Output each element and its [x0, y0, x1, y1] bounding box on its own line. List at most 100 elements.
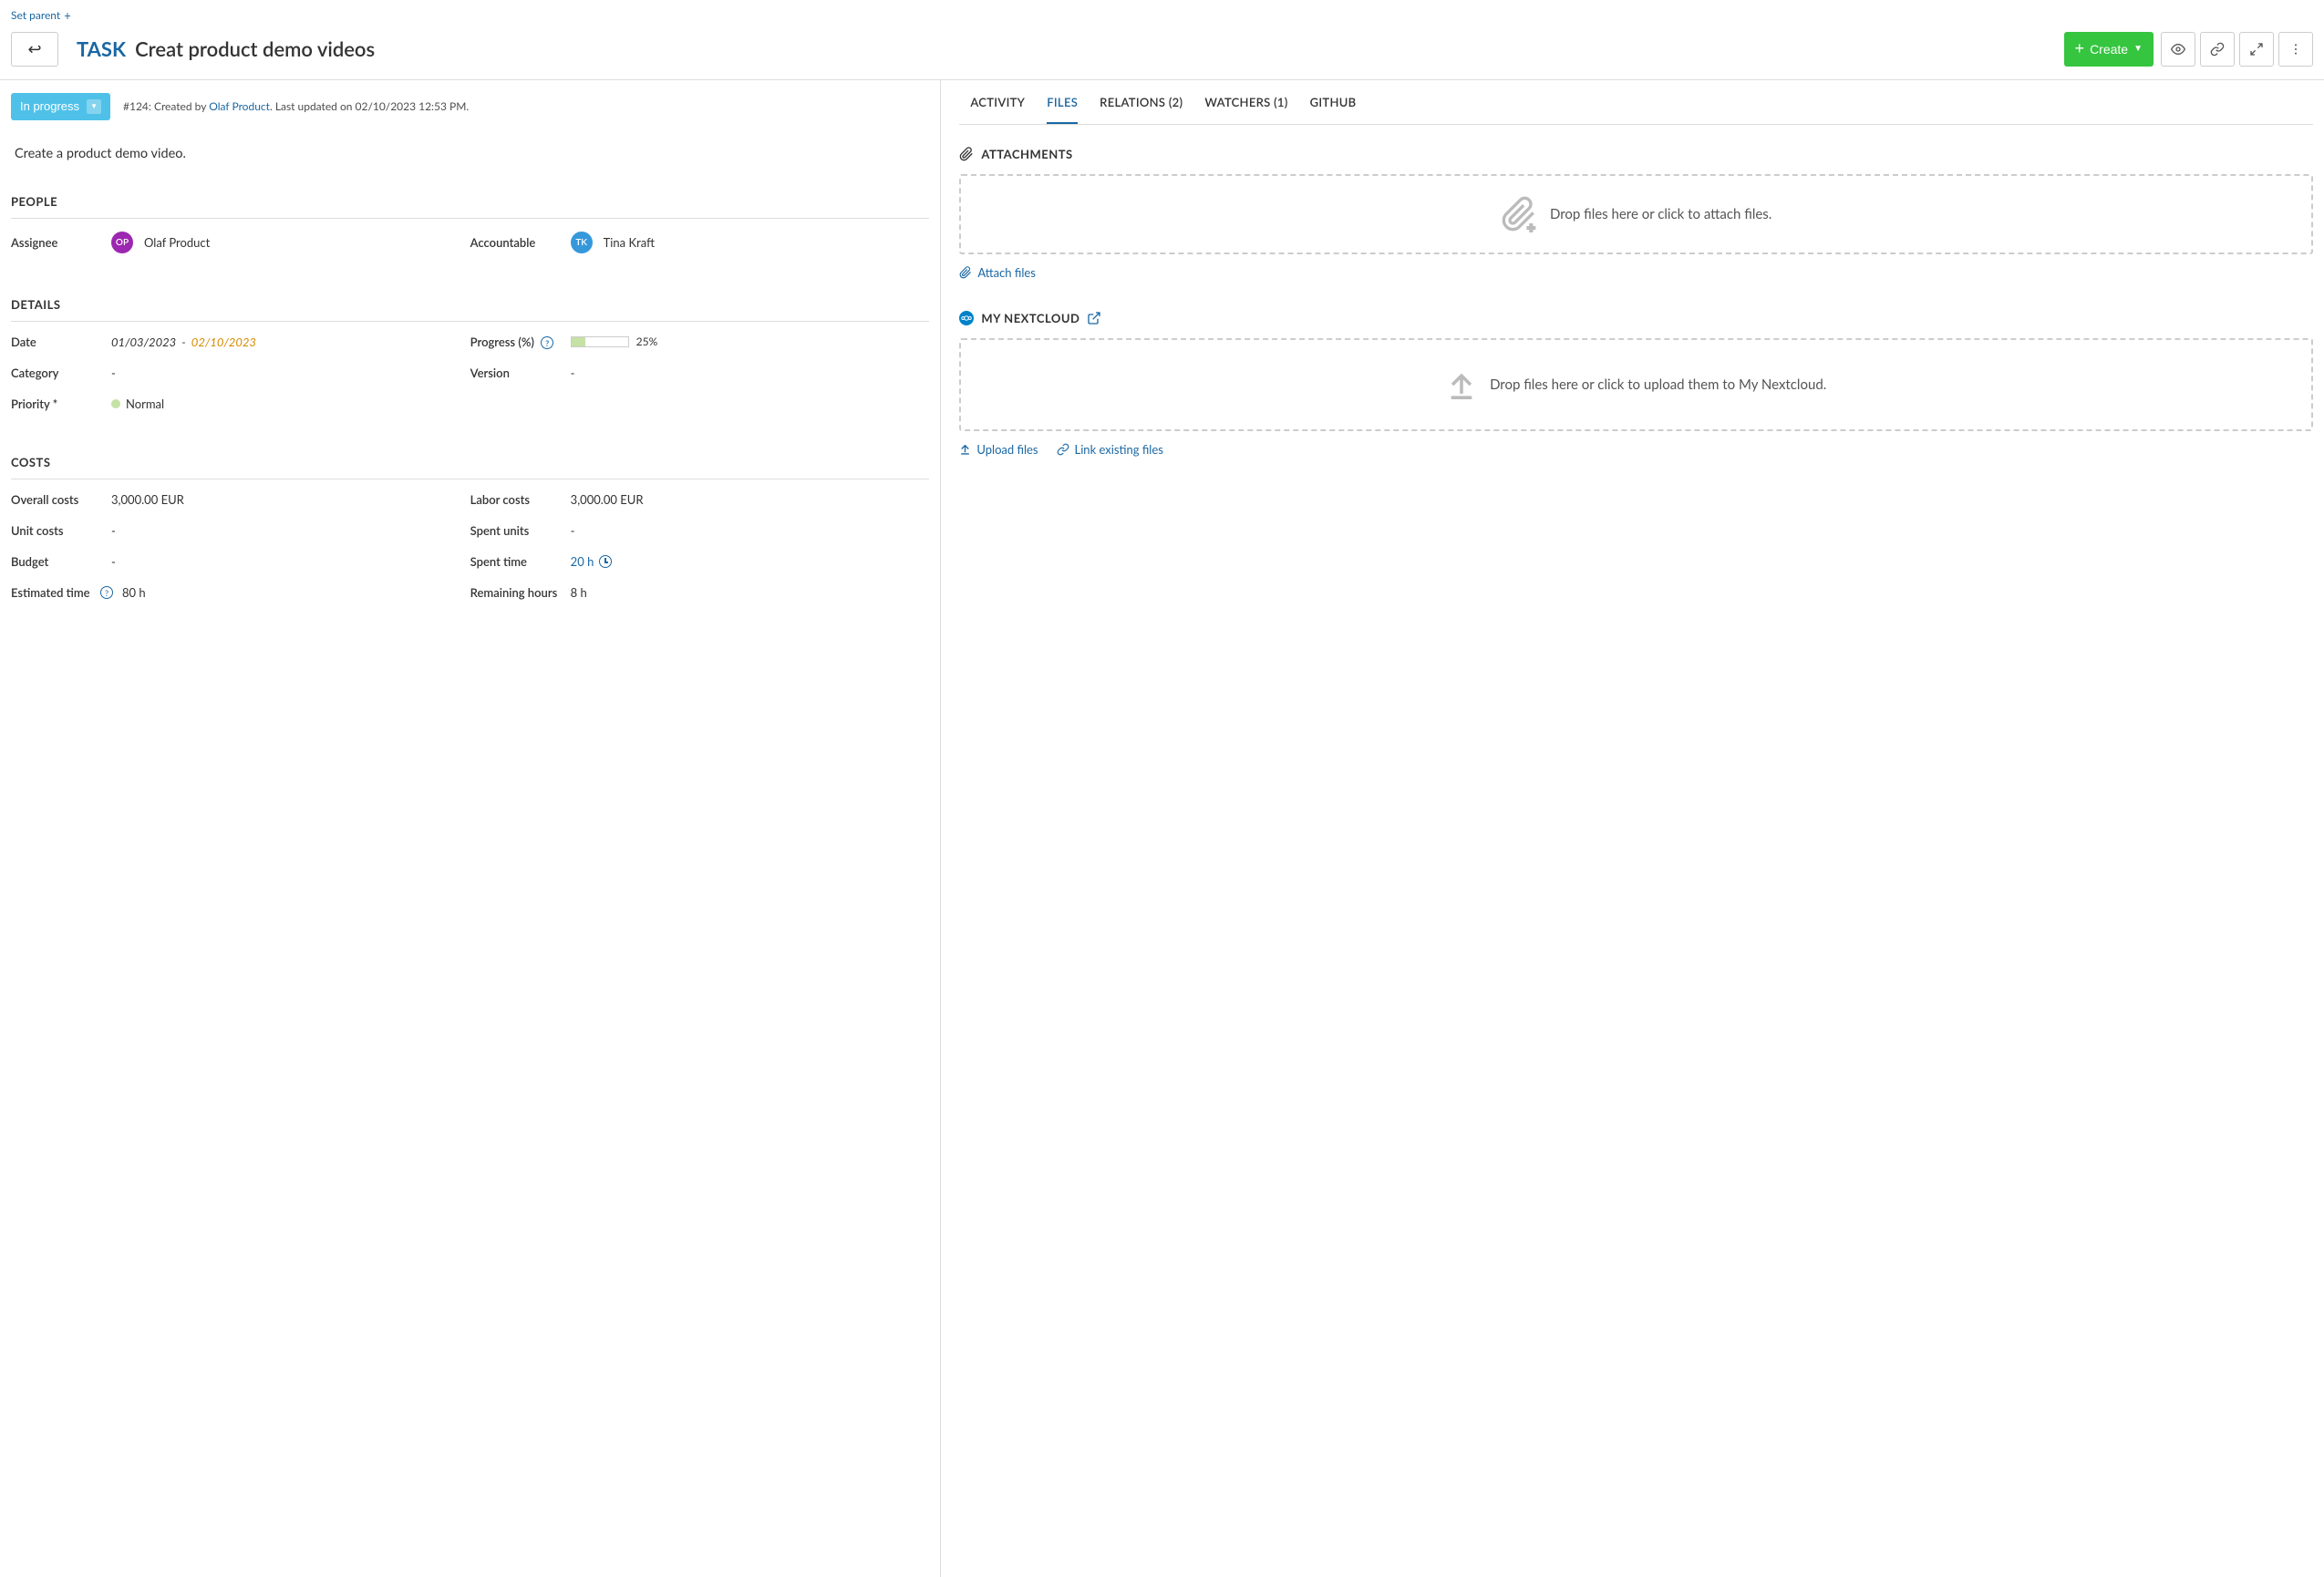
labor-costs-value[interactable]: 3,000.00 EUR — [571, 492, 930, 507]
create-label: Create — [2090, 42, 2128, 57]
back-button[interactable]: ↩ — [11, 32, 58, 67]
nextcloud-title: MY NEXTCLOUD — [959, 311, 2313, 325]
avatar: TK — [571, 232, 593, 253]
author-link[interactable]: Olaf Product — [209, 99, 270, 113]
plus-icon: + — [64, 8, 71, 23]
overall-costs-value[interactable]: 3,000.00 EUR — [111, 492, 470, 507]
version-label: Version — [470, 366, 571, 380]
progress-value[interactable]: 25% — [571, 335, 930, 348]
description[interactable]: Create a product demo video. — [11, 133, 929, 189]
left-pane: In progress ▼ #124: Created by Olaf Prod… — [0, 80, 941, 1577]
assignee-value[interactable]: OP Olaf Product — [111, 232, 470, 253]
section-title-details: DETAILS — [11, 292, 929, 322]
assignee-label: Assignee — [11, 235, 111, 250]
date-end: 02/10/2023 — [191, 335, 256, 349]
link-files-link[interactable]: Link existing files — [1057, 442, 1163, 457]
assignee-name: Olaf Product — [144, 235, 210, 250]
caret-down-icon: ▼ — [2133, 44, 2143, 54]
share-button[interactable] — [2200, 32, 2235, 67]
category-label: Category — [11, 366, 111, 380]
priority-dot-icon — [111, 399, 120, 408]
dropzone-text: Drop files here or click to upload them … — [1490, 376, 1826, 393]
task-title[interactable]: Creat product demo videos — [135, 36, 375, 61]
estimated-time-label: Estimated time — [11, 585, 97, 600]
accountable-name: Tina Kraft — [604, 235, 655, 250]
accountable-label: Accountable — [470, 235, 571, 250]
budget-label: Budget — [11, 554, 111, 569]
details-section: DETAILS Date 01/03/2023 - 02/10/2023 Pro… — [11, 292, 929, 428]
clock-icon[interactable] — [599, 555, 612, 568]
progress-bar — [571, 336, 629, 347]
create-button[interactable]: + Create ▼ — [2064, 32, 2154, 67]
external-link-icon[interactable] — [1087, 311, 1101, 325]
more-button[interactable] — [2278, 32, 2313, 67]
spent-units-label: Spent units — [470, 523, 571, 538]
version-value[interactable]: - — [571, 366, 930, 380]
attach-files-link[interactable]: Attach files — [959, 265, 1036, 280]
category-value[interactable]: - — [111, 366, 470, 380]
meta-prefix: #124: Created by — [123, 99, 209, 113]
section-title-costs: COSTS — [11, 449, 929, 479]
overall-costs-label: Overall costs — [11, 492, 111, 507]
status-dropdown[interactable]: In progress ▼ — [11, 93, 110, 120]
budget-value[interactable]: - — [111, 554, 470, 569]
status-label: In progress — [20, 99, 79, 113]
tab-github[interactable]: GITHUB — [1310, 95, 1357, 124]
accountable-value[interactable]: TK Tina Kraft — [571, 232, 930, 253]
date-label: Date — [11, 335, 111, 349]
help-icon[interactable]: ? — [100, 586, 113, 599]
eye-icon — [2171, 42, 2185, 57]
unit-costs-label: Unit costs — [11, 523, 111, 538]
section-title-people: PEOPLE — [11, 189, 929, 219]
progress-percent: 25% — [636, 335, 658, 348]
plus-icon: + — [2075, 39, 2085, 58]
status-row: In progress ▼ #124: Created by Olaf Prod… — [11, 80, 929, 133]
spent-time-link[interactable]: 20 h — [571, 554, 594, 569]
spent-time-value[interactable]: 20 h — [571, 554, 930, 569]
spent-units-value[interactable]: - — [571, 523, 930, 538]
remaining-hours-label: Remaining hours — [470, 585, 571, 600]
right-pane: ACTIVITY FILES RELATIONS (2) WATCHERS (1… — [941, 80, 2324, 1577]
paperclip-icon — [959, 147, 974, 161]
tab-files[interactable]: FILES — [1047, 95, 1078, 124]
watch-button[interactable] — [2161, 32, 2195, 67]
help-icon[interactable]: ? — [541, 336, 553, 349]
set-parent-link[interactable]: Set parent + — [11, 8, 71, 23]
meta-suffix: . Last updated on 02/10/2023 12:53 PM. — [270, 99, 469, 113]
unit-costs-value[interactable]: - — [111, 523, 470, 538]
tab-relations[interactable]: RELATIONS (2) — [1100, 95, 1183, 124]
people-section: PEOPLE Assignee OP Olaf Product Accounta… — [11, 189, 929, 270]
priority-value[interactable]: Normal — [111, 397, 470, 411]
tab-watchers[interactable]: WATCHERS (1) — [1204, 95, 1287, 124]
dots-vertical-icon — [2288, 42, 2303, 57]
meta-text: #124: Created by Olaf Product. Last upda… — [123, 99, 469, 113]
upload-icon — [1446, 369, 1477, 400]
task-type: TASK — [77, 36, 126, 61]
set-parent-label: Set parent — [11, 8, 60, 22]
link-icon — [1057, 443, 1069, 456]
header: ↩ TASK Creat product demo videos + Creat… — [0, 23, 2324, 80]
nextcloud-dropzone[interactable]: Drop files here or click to upload them … — [959, 338, 2313, 431]
date-value[interactable]: 01/03/2023 - 02/10/2023 — [111, 335, 470, 349]
remaining-hours-value[interactable]: 8 h — [571, 585, 930, 600]
upload-files-link[interactable]: Upload files — [959, 442, 1038, 457]
caret-down-icon: ▼ — [87, 99, 101, 114]
attachments-dropzone[interactable]: Drop files here or click to attach files… — [959, 174, 2313, 254]
upload-icon — [959, 443, 971, 455]
fullscreen-button[interactable] — [2239, 32, 2274, 67]
date-start: 01/03/2023 — [111, 335, 176, 349]
costs-section: COSTS Overall costs 3,000.00 EUR Labor c… — [11, 449, 929, 616]
date-sep: - — [181, 335, 186, 349]
estimated-time-value[interactable]: 80 h — [122, 585, 470, 600]
attachments-title: ATTACHMENTS — [959, 147, 2313, 161]
avatar: OP — [111, 232, 133, 253]
progress-label: Progress (%) ? — [470, 335, 571, 350]
labor-costs-label: Labor costs — [470, 492, 571, 507]
dropzone-text: Drop files here or click to attach files… — [1550, 206, 1771, 222]
expand-icon — [2249, 42, 2264, 57]
tabs: ACTIVITY FILES RELATIONS (2) WATCHERS (1… — [959, 80, 2313, 125]
priority-label: Priority * — [11, 397, 111, 411]
tab-activity[interactable]: ACTIVITY — [970, 95, 1025, 124]
nextcloud-icon — [959, 311, 974, 325]
spent-time-label: Spent time — [470, 554, 571, 569]
